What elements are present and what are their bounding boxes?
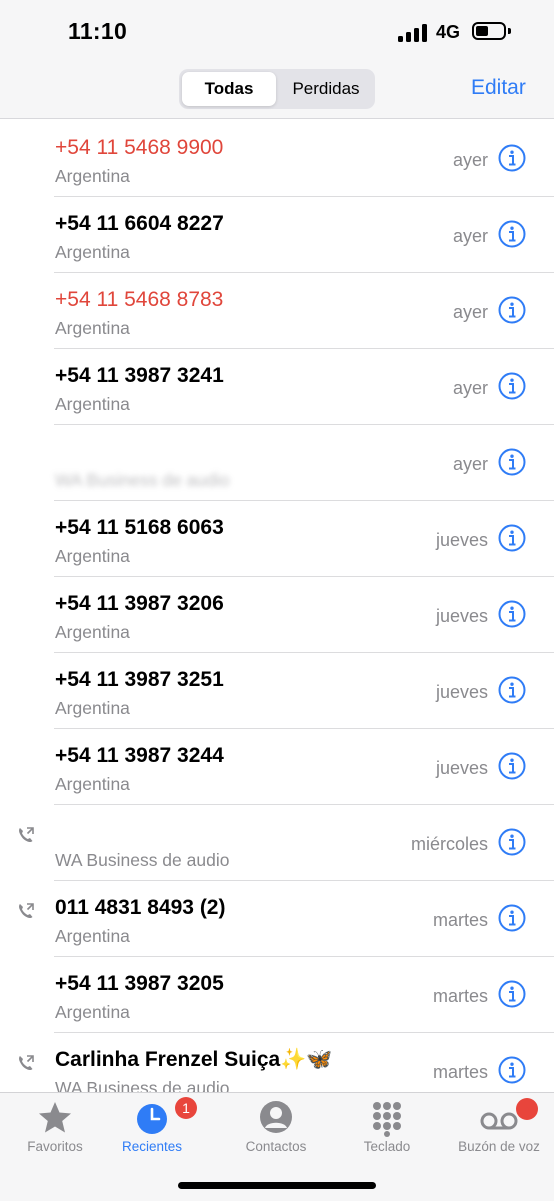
- caller-detail: Argentina: [55, 318, 130, 338]
- call-row[interactable]: WA Business de audio ayer: [0, 425, 554, 501]
- tab-label-teclado: Teclado: [363, 1139, 411, 1154]
- call-row[interactable]: +54 11 3987 3244 Argentina jueves: [0, 729, 554, 805]
- battery-tip: [508, 28, 511, 34]
- caller-detail: Argentina: [55, 926, 130, 946]
- call-row[interactable]: WA Business de audio miércoles: [0, 805, 554, 881]
- caller-detail: Argentina: [55, 166, 130, 186]
- status-bar: 11:10 4G: [0, 0, 554, 60]
- caller-detail: WA Business de audio: [55, 470, 230, 490]
- call-row[interactable]: Carlinha Frenzel Suiça✨🦋 WA Business de a…: [0, 1033, 554, 1092]
- caller-name: Carlinha Frenzel Suiça✨🦋: [55, 1048, 333, 1071]
- call-time: jueves: [435, 530, 488, 550]
- outgoing-call-icon: [19, 1055, 34, 1071]
- recents-header: Todas Perdidas Editar: [0, 60, 554, 119]
- call-time: jueves: [435, 682, 488, 702]
- clock-icon: [137, 1104, 167, 1134]
- call-time: ayer: [452, 302, 488, 322]
- call-time: ayer: [452, 150, 488, 170]
- info-icon[interactable]: [498, 904, 526, 932]
- outgoing-call-icon: [19, 903, 34, 919]
- caller-detail: Argentina: [55, 242, 130, 262]
- caller-detail: WA Business de audio: [55, 850, 230, 870]
- caller-detail: Argentina: [55, 1002, 130, 1022]
- edit-button[interactable]: Editar: [471, 76, 526, 100]
- battery-icon: [472, 22, 506, 40]
- call-time: martes: [432, 986, 488, 1006]
- tab-buzon-de-voz[interactable]: • Buzón de voz: [444, 1098, 554, 1161]
- call-row[interactable]: +54 11 3987 3205 Argentina martes: [0, 957, 554, 1033]
- tab-contactos[interactable]: Contactos: [221, 1099, 331, 1161]
- call-time: ayer: [452, 226, 488, 246]
- call-time: martes: [432, 910, 488, 930]
- info-icon[interactable]: [498, 828, 526, 856]
- info-icon[interactable]: [498, 676, 526, 704]
- call-row[interactable]: +54 11 5468 8783 Argentina ayer: [0, 273, 554, 349]
- caller-name: +54 11 5168 6063: [55, 516, 224, 539]
- info-icon[interactable]: [498, 1056, 526, 1084]
- tab-label-recientes: Recientes: [121, 1139, 183, 1154]
- caller-name: +54 11 3987 3206: [55, 592, 224, 615]
- tab-label-buzon-de-voz: Buzón de voz: [458, 1139, 540, 1154]
- call-row[interactable]: +54 11 6604 8227 Argentina ayer: [0, 197, 554, 273]
- caller-name: +54 11 3987 3251: [55, 668, 224, 691]
- caller-detail: Argentina: [55, 774, 130, 794]
- caller-detail: Argentina: [55, 546, 130, 566]
- recents-badge: 1: [175, 1097, 197, 1119]
- caller-name: +54 11 3987 3205: [55, 972, 224, 995]
- info-icon[interactable]: [498, 600, 526, 628]
- info-icon[interactable]: [498, 372, 526, 400]
- caller-detail: WA Business de audio: [55, 1078, 230, 1092]
- segment-all[interactable]: Todas: [182, 72, 276, 106]
- info-icon[interactable]: [498, 980, 526, 1008]
- info-icon[interactable]: [498, 524, 526, 552]
- star-icon: [39, 1102, 71, 1133]
- info-icon[interactable]: [498, 752, 526, 780]
- info-icon[interactable]: [498, 448, 526, 476]
- cellular-signal-icon: [398, 24, 428, 42]
- segment-missed[interactable]: Perdidas: [279, 72, 373, 106]
- caller-name: +54 11 6604 8227: [55, 212, 224, 235]
- tab-teclado[interactable]: Teclado: [332, 1099, 442, 1161]
- call-time: ayer: [452, 454, 488, 474]
- caller-detail: Argentina: [55, 698, 130, 718]
- call-time: jueves: [435, 606, 488, 626]
- filter-segmented-control: Todas Perdidas: [179, 69, 375, 109]
- call-time: jueves: [435, 758, 488, 778]
- call-time: martes: [432, 1062, 488, 1082]
- tab-label-favoritos: Favoritos: [27, 1139, 83, 1154]
- call-row[interactable]: +54 11 3987 3251 Argentina jueves: [0, 653, 554, 729]
- call-row[interactable]: +54 11 5168 6063 Argentina jueves: [0, 501, 554, 577]
- info-icon[interactable]: [498, 144, 526, 172]
- caller-name: +54 11 3987 3241: [55, 364, 224, 387]
- caller-detail: Argentina: [55, 622, 130, 642]
- tab-favoritos[interactable]: Favoritos: [0, 1099, 110, 1161]
- call-time: ayer: [452, 378, 488, 398]
- tab-recientes[interactable]: 1 Recientes: [97, 1097, 207, 1161]
- status-time: 11:10: [68, 18, 128, 44]
- outgoing-call-icon: [19, 827, 34, 843]
- call-time: miércoles: [410, 834, 488, 854]
- network-type: 4G: [436, 22, 461, 42]
- voicemail-badge: •: [516, 1098, 538, 1120]
- caller-name: +54 11 5468 8783: [55, 288, 224, 311]
- caller-name: +54 11 5468 9900: [55, 136, 224, 159]
- keypad-icon: [373, 1102, 401, 1137]
- call-row[interactable]: +54 11 5468 9900 Argentina ayer: [0, 121, 554, 197]
- call-row[interactable]: +54 11 3987 3241 Argentina ayer: [0, 349, 554, 425]
- call-row[interactable]: +54 11 3987 3206 Argentina jueves: [0, 577, 554, 653]
- call-row[interactable]: 011 4831 8493 (2) Argentina martes: [0, 881, 554, 957]
- recent-calls-list: +54 11 5468 9900 Argentina ayer +54 11 6604…: [0, 118, 554, 1092]
- person-icon: [260, 1101, 292, 1133]
- home-indicator: [178, 1182, 376, 1189]
- caller-detail: Argentina: [55, 394, 130, 414]
- caller-name: 011 4831 8493 (2): [55, 896, 226, 919]
- caller-name: +54 11 3987 3244: [55, 744, 224, 767]
- tab-label-contactos: Contactos: [245, 1139, 307, 1154]
- info-icon[interactable]: [498, 296, 526, 324]
- info-icon[interactable]: [498, 220, 526, 248]
